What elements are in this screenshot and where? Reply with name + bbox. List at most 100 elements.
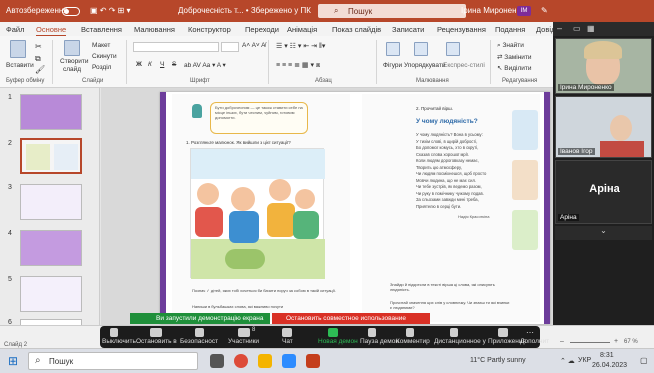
slide-thumbnail-4[interactable] [20,230,82,266]
microphone-icon[interactable] [110,328,118,337]
participants-icon[interactable] [238,328,250,337]
select-button[interactable]: ↖ Виділити [497,64,532,72]
shapes-icon[interactable] [386,42,400,56]
cut-icon[interactable]: ✂ [35,42,42,51]
zoom-app-icon[interactable] [282,354,296,368]
new-slide-button-line2[interactable]: слайд [63,66,81,73]
poem-text: У чому людяність? Вона в усьому: У тихім… [416,132,502,210]
tray-icons[interactable]: ⌃ ☁ [560,357,575,365]
tab-transitions[interactable]: Переходи [245,25,279,34]
shapes-button[interactable]: Фігури [383,62,402,69]
more-button[interactable]: Дополнит [520,338,549,345]
shield-icon[interactable] [195,328,204,337]
clock-time[interactable]: 8:31 [600,352,614,359]
user-avatar[interactable]: ІМ [517,6,531,16]
new-share-button[interactable]: Новая демон [318,338,358,345]
bullets-icon[interactable]: ☰ ▾ ☷ ▾ ⇤ ⇥ ‖▾ [276,42,325,50]
reset-button[interactable]: Скинути [92,53,117,60]
find-button[interactable]: ⌕ Знайти [497,42,524,50]
weather-widget[interactable]: 11°C Partly sunny [470,357,526,364]
chevron-down-icon[interactable]: ⌄ [555,226,652,240]
replace-button[interactable]: ⇄ Замінити [497,53,532,61]
quick-styles-button[interactable]: Експрес-стилі [443,62,485,69]
participant-video-3[interactable]: Аріна Аріна [555,160,652,224]
security-button[interactable]: Безопасност [180,338,218,345]
chrome-icon[interactable] [234,354,248,368]
taskbar-search[interactable]: ⌕ Пошук [28,352,198,370]
file-explorer-icon[interactable] [258,354,272,368]
zoom-slider[interactable] [570,342,610,343]
bold-button[interactable]: Ж [136,61,142,68]
annotate-icon[interactable] [406,328,414,337]
paste-button[interactable]: Вставити [6,62,34,69]
slide-thumbnail-5[interactable] [20,276,82,312]
new-slide-icon[interactable] [64,40,80,56]
slide-thumbnail-2[interactable] [20,138,82,174]
chat-button[interactable]: Чат [282,338,293,345]
annotate-button[interactable]: Комментир [396,338,430,345]
chat-icon[interactable] [282,328,292,337]
tab-design[interactable]: Конструктор [188,25,231,34]
share-screen-icon[interactable] [328,328,338,337]
align-icon[interactable]: ≡ ≡ ≡ ≣ ▦ ▾ ⧈ [276,61,320,70]
strike-button[interactable]: S [172,61,176,68]
thumb-number: 2 [8,140,12,147]
mute-button[interactable]: Выключить [102,338,136,345]
grid-icon[interactable]: ▦ [587,24,595,33]
font-size-select[interactable] [221,42,239,52]
remote-control-button[interactable]: Дистанционное у [434,338,486,345]
format-painter-icon[interactable]: 🖌 [35,65,45,74]
copy-icon[interactable]: ⧉ [35,54,41,64]
search-box[interactable]: ⌕ Пошук [318,4,466,18]
powerpoint-icon[interactable] [306,354,320,368]
minimize-icon[interactable]: – [557,23,562,33]
section-button[interactable]: Розділ [92,64,111,71]
layout-icon[interactable]: ▭ [573,24,581,33]
participant-video-2[interactable]: Іванов Ігор [555,96,652,158]
notifications-icon[interactable]: ▢ [640,356,648,365]
pause-share-button[interactable]: Пауза демон [360,338,399,345]
pen-icon[interactable]: ✎ [541,6,548,15]
slide-thumbnail-1[interactable] [20,94,82,130]
tab-review[interactable]: Рецензування [437,25,486,34]
stop-sharing-button[interactable]: Остановить совместное использование [272,313,430,324]
windows-start-icon[interactable]: ⊞ [8,354,18,368]
participant-video-1[interactable]: Ірина Мироненко [555,38,652,94]
stop-video-button[interactable]: Остановить в [136,338,177,345]
tab-record[interactable]: Записати [392,25,424,34]
tab-animations[interactable]: Анімація [287,25,317,34]
more-icon[interactable]: ⋯ [526,328,534,337]
apps-icon[interactable] [498,328,508,337]
task-view-icon[interactable] [210,354,224,368]
participants-button[interactable]: Участники [228,338,259,345]
zoom-out-icon[interactable]: – [560,338,564,345]
italic-button[interactable]: К [148,61,152,68]
tab-view[interactable]: Подання [495,25,525,34]
tab-insert[interactable]: Вставлення [81,25,122,34]
autosave-toggle[interactable] [62,7,80,16]
tab-draw[interactable]: Малювання [134,25,175,34]
save-icon[interactable]: ▣ ↶ ↷ ⊞ ▾ [90,6,131,15]
slide[interactable]: Бути доброчесним — це також ставити себе… [160,92,550,324]
arrange-icon[interactable] [414,42,428,56]
camera-icon[interactable] [150,328,162,337]
paste-icon[interactable] [10,40,26,58]
zoom-in-icon[interactable]: + [614,338,618,345]
pause-icon[interactable] [368,328,376,337]
user-name[interactable]: Ірина Мироненко [461,6,525,15]
layout-button[interactable]: Макет [92,42,110,49]
clock-date[interactable]: 26.04.2023 [592,362,627,369]
quick-styles-icon[interactable] [446,42,460,56]
language-indicator[interactable]: УКР [578,357,591,364]
arrange-button[interactable]: Упорядкувати [404,62,445,69]
font-grow-icon[interactable]: A˄ A˅ A̸ [242,42,266,49]
remote-control-icon[interactable] [450,328,458,337]
tab-file[interactable]: Файл [6,25,24,34]
tab-slideshow[interactable]: Показ слайдів [332,25,381,34]
underline-button[interactable]: Ч [160,61,164,68]
font-name-select[interactable] [133,42,219,52]
text-effects-icon[interactable]: ab AV Aa ▾ A ▾ [184,61,226,69]
zoom-level[interactable]: 67 % [624,339,638,345]
slide-thumbnail-3[interactable] [20,184,82,220]
new-slide-button-line1[interactable]: Створити [60,58,89,65]
